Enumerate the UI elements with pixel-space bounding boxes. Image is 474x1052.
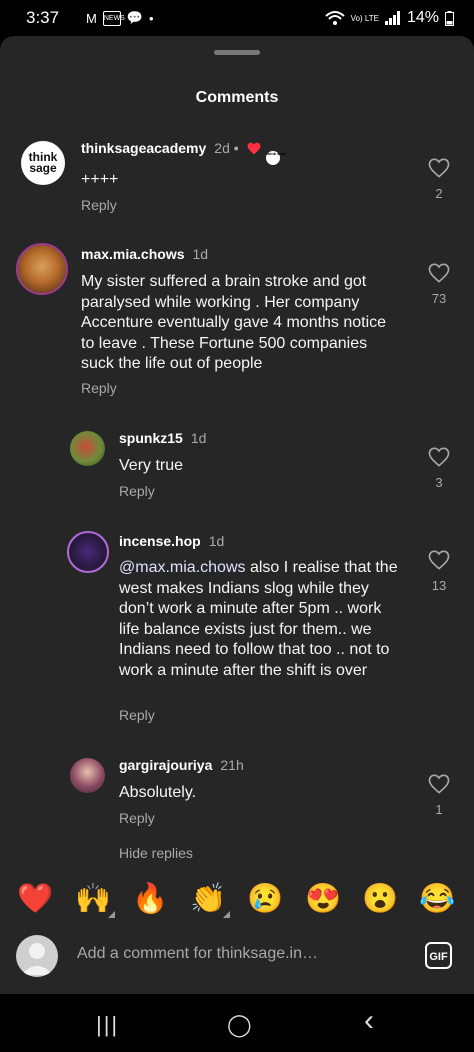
comment-username[interactable]: incense.hop 1d <box>119 533 224 549</box>
notification-dot-icon: • <box>149 10 154 26</box>
comment-username[interactable]: thinksageacademy 2d • think sage <box>81 140 286 165</box>
comment-time: 2d <box>214 140 230 156</box>
avatar-logo-text: think sage <box>28 150 58 175</box>
comment-time: 1d <box>208 533 225 549</box>
comment-text: Absolutely. <box>119 784 197 801</box>
status-right: Vo) LTE 14% <box>324 9 454 27</box>
comment-text: My sister suffered a brain stroke and go… <box>81 273 387 372</box>
home-button[interactable]: ◯ <box>227 1012 252 1038</box>
system-nav-bar: ||| ◯ ‹ <box>0 994 474 1052</box>
comment-text: Very true <box>119 457 184 474</box>
emoji-laughing[interactable]: 😂 <box>417 882 457 916</box>
battery-percent: 14% <box>406 9 439 26</box>
like-heart-icon[interactable] <box>428 158 450 178</box>
comment-username[interactable]: spunkz15 1d <box>119 430 206 446</box>
separator-dot: • <box>233 140 239 156</box>
status-icons: M NEWS 💬 • <box>86 10 154 26</box>
avatar[interactable]: think sage <box>21 141 65 185</box>
emoji-raised-hands[interactable]: 🙌 <box>73 882 115 918</box>
like-heart-icon[interactable] <box>428 774 450 794</box>
like-count: 2 <box>435 186 443 201</box>
creator-liked-heart-icon <box>247 142 260 155</box>
user-avatar <box>16 935 58 977</box>
avatar[interactable] <box>67 531 109 573</box>
like-heart-icon[interactable] <box>428 550 450 570</box>
gmail-icon: M <box>86 10 97 26</box>
quick-emoji-bar: ❤️ 🙌 🔥 👏 😢 😍 😮 😂 <box>0 882 474 926</box>
drag-handle[interactable] <box>214 50 260 55</box>
comment-username[interactable]: gargirajouriya 21h <box>119 757 244 773</box>
like-heart-icon[interactable] <box>428 447 450 467</box>
avatar[interactable] <box>70 758 105 793</box>
like-count: 73 <box>431 291 447 306</box>
username-text[interactable]: incense.hop <box>119 533 201 549</box>
avatar[interactable] <box>16 243 68 295</box>
emoji-heart[interactable]: ❤️ <box>15 882 55 916</box>
comment-text: @max.mia.chows also I realise that the w… <box>119 558 401 681</box>
emoji-fire[interactable]: 🔥 <box>130 882 170 916</box>
gif-button[interactable]: GIF <box>425 942 452 969</box>
like-count: 3 <box>435 475 443 490</box>
username-text[interactable]: gargirajouriya <box>119 757 212 773</box>
status-time: 3:37 <box>26 8 60 27</box>
emoji-clapping[interactable]: 👏 <box>188 882 230 918</box>
comment-username[interactable]: max.mia.chows 1d <box>81 246 208 262</box>
news-icon: NEWS <box>102 10 125 26</box>
back-button[interactable]: ‹ <box>364 1004 374 1038</box>
reply-button[interactable]: Reply <box>81 197 117 213</box>
hide-replies-button[interactable]: Hide replies <box>119 845 193 861</box>
comment-time: 1d <box>190 430 207 446</box>
signal-label: Vo) LTE <box>350 13 379 23</box>
creator-badge-icon: think sage <box>266 151 286 165</box>
comment-time: 21h <box>220 757 244 773</box>
username-text[interactable]: max.mia.chows <box>81 246 185 262</box>
comment-body: also I realise that the west makes India… <box>119 559 398 679</box>
emoji-surprised[interactable]: 😮 <box>360 882 400 916</box>
comment-input[interactable]: Add a comment for thinksage.in… <box>77 945 318 963</box>
reply-button[interactable]: Reply <box>119 707 155 723</box>
reply-button[interactable]: Reply <box>119 810 155 826</box>
default-user-icon <box>21 943 53 975</box>
chat-icon: 💬 <box>126 10 144 25</box>
signal-bars-icon <box>384 11 400 25</box>
avatar[interactable] <box>70 431 105 466</box>
recents-button[interactable]: ||| <box>96 1012 119 1038</box>
comment-text: ++++ <box>81 171 119 188</box>
status-bar: 3:37 M NEWS 💬 • Vo) LTE 14% <box>0 0 474 36</box>
reply-button[interactable]: Reply <box>119 483 155 499</box>
sheet-title: Comments <box>195 89 279 106</box>
emoji-heart-eyes[interactable]: 😍 <box>303 882 343 916</box>
battery-icon <box>445 10 454 26</box>
mention-link[interactable]: @max.mia.chows <box>119 559 246 576</box>
like-count: 13 <box>431 578 447 593</box>
like-count: 1 <box>435 802 443 817</box>
like-heart-icon[interactable] <box>428 263 450 283</box>
wifi-icon <box>324 11 345 25</box>
comment-time: 1d <box>192 246 209 262</box>
username-text[interactable]: thinksageacademy <box>81 140 206 156</box>
emoji-crying[interactable]: 😢 <box>245 882 285 916</box>
username-text[interactable]: spunkz15 <box>119 430 183 446</box>
reply-button[interactable]: Reply <box>81 380 117 396</box>
